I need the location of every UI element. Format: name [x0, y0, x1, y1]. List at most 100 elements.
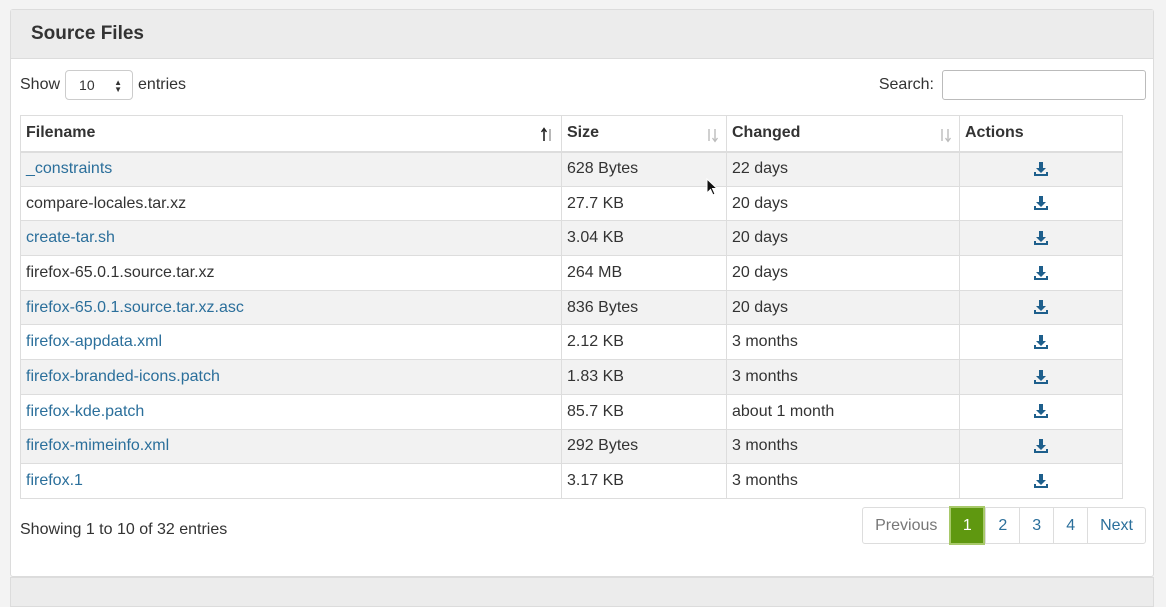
table-row: create-tar.sh 3.04 KB 20 days [20, 220, 1123, 257]
table-info: Showing 1 to 10 of 32 entries [20, 521, 228, 538]
select-arrows-icon: ▲ ▼ [114, 78, 123, 94]
entries-select-value: 10 [79, 77, 95, 93]
size-cell: 836 Bytes [561, 289, 727, 326]
column-header-size[interactable]: Size [561, 115, 727, 153]
download-icon[interactable] [1033, 473, 1049, 489]
changed-cell: 3 months [726, 428, 960, 465]
length-control: Show 10 ▲ ▼ entries [20, 70, 186, 100]
download-icon[interactable] [1033, 334, 1049, 350]
entries-label: entries [138, 76, 187, 93]
actions-cell [959, 151, 1123, 187]
changed-cell: 20 days [726, 255, 960, 291]
size-cell: 85.7 KB [561, 393, 727, 430]
filename-cell[interactable]: firefox-appdata.xml [20, 324, 562, 361]
page-2-button[interactable]: 2 [985, 508, 1019, 543]
table-row: _constraints 628 Bytes 22 days [20, 151, 1123, 187]
table-header-row: Filename Size Changed Actions [20, 115, 1123, 153]
filename-text: firefox-65.0.1.source.tar.xz [26, 263, 215, 281]
actions-cell [959, 428, 1123, 465]
changed-cell: 3 months [726, 359, 960, 395]
files-table: Filename Size Changed Actions _constrain… [20, 115, 1123, 499]
table-body: _constraints 628 Bytes 22 days compare-loca… [20, 151, 1123, 499]
filename-cell[interactable]: firefox-mimeinfo.xml [20, 428, 562, 465]
filename-cell[interactable]: _constraints [20, 151, 562, 187]
download-icon[interactable] [1033, 265, 1049, 281]
sort-icon [708, 129, 718, 143]
table-row: firefox.1 3.17 KB 3 months [20, 463, 1123, 499]
table-row: firefox-appdata.xml 2.12 KB 3 months [20, 324, 1123, 361]
panel-heading: Source Files [11, 10, 1153, 59]
actions-cell [959, 393, 1123, 430]
column-header-actions: Actions [959, 115, 1123, 153]
size-cell: 27.7 KB [561, 185, 727, 222]
download-icon[interactable] [1033, 230, 1049, 246]
entries-select[interactable]: 10 ▲ ▼ [65, 70, 134, 100]
actions-cell [959, 220, 1123, 257]
download-icon[interactable] [1033, 403, 1049, 419]
changed-cell: 3 months [726, 324, 960, 361]
filename-link[interactable]: firefox-mimeinfo.xml [26, 437, 169, 454]
show-label: Show [20, 76, 61, 93]
panel-title: Source Files [31, 23, 144, 44]
filename-cell[interactable]: firefox-kde.patch [20, 393, 562, 430]
actions-cell [959, 359, 1123, 395]
download-icon[interactable] [1033, 438, 1049, 454]
size-cell: 292 Bytes [561, 428, 727, 465]
filename-cell[interactable]: create-tar.sh [20, 220, 562, 257]
download-icon[interactable] [1033, 195, 1049, 211]
filename-link[interactable]: firefox-appdata.xml [26, 333, 162, 350]
download-icon[interactable] [1033, 299, 1049, 315]
changed-cell: 20 days [726, 220, 960, 257]
changed-cell: 20 days [726, 185, 960, 222]
filename-cell[interactable]: firefox.1 [20, 463, 562, 499]
previous-button[interactable]: Previous [863, 508, 949, 543]
changed-cell: 20 days [726, 289, 960, 326]
table-row: compare-locales.tar.xz 27.7 KB 20 days [20, 185, 1123, 222]
filename-link[interactable]: firefox-branded-icons.patch [26, 368, 220, 385]
filename-cell: firefox-65.0.1.source.tar.xz [20, 255, 562, 291]
table-row: firefox-kde.patch 85.7 KB about 1 month [20, 393, 1123, 430]
table-row: firefox-branded-icons.patch 1.83 KB 3 mont… [20, 359, 1123, 395]
filename-cell: compare-locales.tar.xz [20, 185, 562, 222]
filename-link[interactable]: firefox-65.0.1.source.tar.xz.asc [26, 299, 244, 316]
filename-link[interactable]: _constraints [26, 160, 112, 177]
page-4-button[interactable]: 4 [1053, 508, 1087, 543]
download-icon[interactable] [1033, 369, 1049, 385]
actions-cell [959, 185, 1123, 222]
search-input[interactable] [942, 70, 1146, 100]
next-panel-heading [10, 577, 1154, 607]
changed-cell: 3 months [726, 463, 960, 499]
search-control: Search: [879, 70, 1146, 100]
filename-cell[interactable]: firefox-65.0.1.source.tar.xz.asc [20, 289, 562, 326]
actions-cell [959, 255, 1123, 291]
page-1-button[interactable]: 1 [949, 506, 986, 545]
table-row: firefox-65.0.1.source.tar.xz.asc 836 Byte… [20, 289, 1123, 326]
mouse-cursor-icon [706, 178, 719, 196]
sort-icon [941, 129, 951, 143]
column-header-filename[interactable]: Filename [20, 115, 562, 153]
column-header-changed[interactable]: Changed [726, 115, 960, 153]
search-label: Search: [878, 76, 934, 93]
actions-cell [959, 289, 1123, 326]
filename-link[interactable]: firefox.1 [26, 472, 83, 489]
next-button[interactable]: Next [1087, 508, 1145, 543]
actions-cell [959, 463, 1123, 499]
changed-cell: about 1 month [726, 393, 960, 430]
changed-cell: 22 days [726, 151, 960, 187]
filename-cell[interactable]: firefox-branded-icons.patch [20, 359, 562, 395]
filename-text: compare-locales.tar.xz [26, 194, 187, 212]
sort-ascending-icon [540, 127, 551, 141]
filename-link[interactable]: firefox-kde.patch [26, 403, 144, 420]
page-3-button[interactable]: 3 [1019, 508, 1053, 543]
size-cell: 628 Bytes [561, 151, 727, 187]
table-row: firefox-65.0.1.source.tar.xz 264 MB 20 day… [20, 255, 1123, 291]
table-row: firefox-mimeinfo.xml 292 Bytes 3 months [20, 428, 1123, 465]
filename-link[interactable]: create-tar.sh [26, 229, 115, 246]
size-cell: 264 MB [561, 255, 727, 291]
size-cell: 3.17 KB [561, 463, 727, 499]
size-cell: 1.83 KB [561, 359, 727, 395]
download-icon[interactable] [1033, 161, 1049, 177]
table-controls: Show 10 ▲ ▼ entries Search: [20, 70, 1146, 100]
size-cell: 3.04 KB [561, 220, 727, 257]
actions-cell [959, 324, 1123, 361]
